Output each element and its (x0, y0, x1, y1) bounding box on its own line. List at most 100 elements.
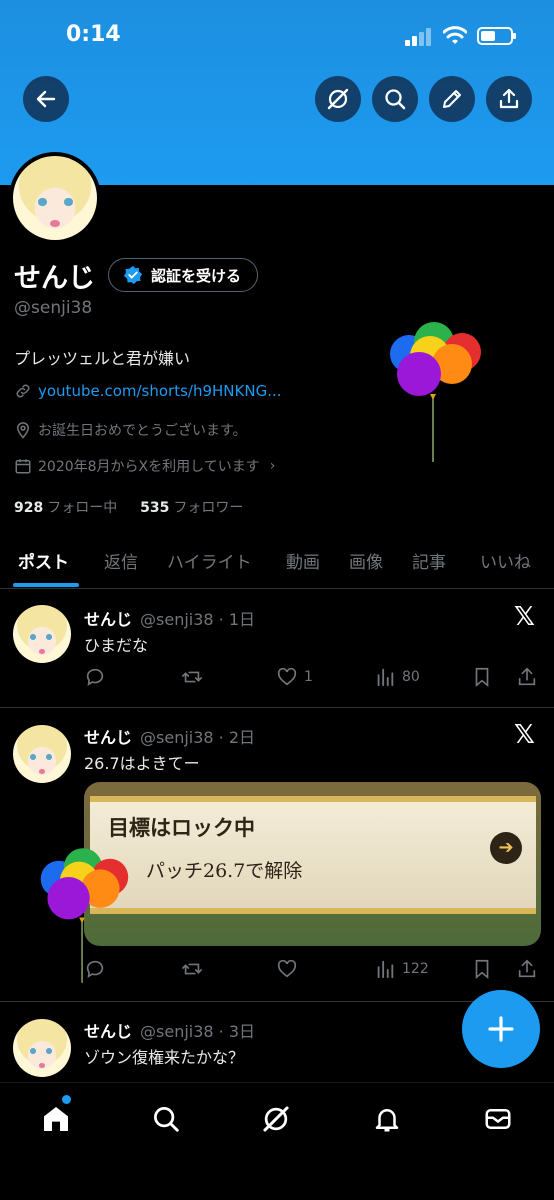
like-button[interactable] (276, 958, 298, 980)
repost-icon (182, 671, 202, 683)
profile-joined-text: 2020年8月からXを利用しています (38, 459, 260, 475)
like-icon (277, 667, 297, 686)
share-icon (518, 959, 536, 978)
reply-icon (86, 668, 104, 686)
repost-button[interactable] (180, 958, 204, 980)
x-logo-icon[interactable]: 𝕏 (514, 720, 535, 750)
search-icon (154, 1107, 179, 1132)
edit-icon (443, 90, 461, 108)
profile-name: せんじ (14, 263, 95, 294)
media-text-line1: 目標はロック中 (108, 815, 255, 840)
views-icon (377, 668, 394, 687)
post-author-name: せんじ (84, 1022, 133, 1041)
post-media-image[interactable]: 目標はロック中 パッチ26.7で解除 ➔ (84, 782, 541, 946)
bookmark-button[interactable] (471, 958, 493, 980)
nav-notifications[interactable] (369, 1101, 405, 1137)
profile-location: お誕生日おめでとうございます。 (14, 420, 247, 440)
share-post-button[interactable] (516, 958, 538, 980)
profile-link[interactable]: youtube.com/shorts/h9HNKNG... (14, 382, 282, 400)
media-text-line2: パッチ26.7で解除 (146, 860, 303, 882)
active-tab-indicator (13, 583, 79, 587)
views-button[interactable]: 80 (374, 666, 420, 688)
view-count: 122 (402, 961, 429, 977)
like-button[interactable]: 1 (276, 666, 313, 688)
profile-bio: プレッツェルと君が嫌い (14, 349, 191, 368)
profile-link-text[interactable]: youtube.com/shorts/h9HNKNG... (38, 382, 282, 400)
followers-label: フォロワー (173, 500, 244, 516)
tab-media[interactable]: 画像 (349, 548, 383, 573)
avatar[interactable] (13, 1019, 71, 1077)
status-time: 0:14 (66, 22, 121, 47)
tab-videos[interactable]: 動画 (286, 548, 320, 573)
wifi-icon (443, 26, 467, 44)
post-header: せんじ @senji38 · 1日 (84, 606, 255, 630)
search-button[interactable] (372, 76, 418, 122)
media-arrow-icon: ➔ (490, 832, 522, 864)
home-icon (44, 1107, 68, 1131)
balloon-icon (40, 848, 129, 983)
battery-icon (477, 27, 516, 45)
get-verified-button[interactable]: 認証を受ける (108, 258, 259, 292)
compose-post-button[interactable] (462, 990, 540, 1068)
profile-joined[interactable]: 2020年8月からXを利用しています › (14, 456, 275, 476)
bookmark-icon (475, 667, 489, 688)
search-icon (385, 89, 406, 110)
profile-avatar[interactable] (9, 152, 101, 244)
nav-messages[interactable] (480, 1101, 516, 1137)
avatar[interactable] (13, 725, 71, 783)
views-button[interactable]: 122 (374, 958, 429, 980)
tab-posts[interactable]: ポスト (18, 548, 69, 573)
x-logo-icon[interactable]: 𝕏 (514, 602, 535, 632)
calendar-icon (15, 459, 31, 474)
reply-button[interactable] (84, 666, 106, 688)
back-arrow-icon (36, 90, 56, 108)
plus-icon (488, 1016, 514, 1042)
post-handle-time: @senji38 · 2日 (140, 728, 256, 747)
post-text: 26.7はよきてー (84, 754, 200, 773)
post-author-name: せんじ (84, 728, 133, 747)
profile-handle: @senji38 (14, 298, 93, 318)
share-post-button[interactable] (516, 666, 538, 688)
tab-highlights[interactable]: ハイライト (167, 548, 252, 573)
link-icon (16, 384, 30, 398)
like-icon (277, 959, 297, 978)
edit-button[interactable] (429, 76, 475, 122)
post-actions: 122 (84, 958, 544, 982)
post-text: ひまだな (84, 636, 149, 655)
followers-count: 535 (140, 500, 170, 516)
repost-button[interactable] (180, 666, 204, 688)
post[interactable]: せんじ @senji38 · 1日 𝕏 ひまだな 1 80 (0, 590, 554, 708)
chevron-right-icon: › (269, 458, 276, 474)
tab-replies[interactable]: 返信 (104, 548, 138, 573)
share-button[interactable] (486, 76, 532, 122)
following-link[interactable]: 928 フォロー中 (14, 500, 117, 516)
share-icon (499, 88, 519, 109)
cellular-signal-icon (405, 28, 433, 46)
tab-likes[interactable]: いいね (480, 548, 531, 573)
profile-tabs: ポスト 返信 ハイライト 動画 画像 記事 いいね (0, 532, 554, 589)
verified-badge-icon (123, 265, 143, 285)
nav-grok[interactable] (258, 1101, 294, 1137)
followers-link[interactable]: 535 フォロワー (140, 500, 243, 516)
notification-dot (62, 1095, 71, 1104)
bookmark-icon (475, 959, 489, 980)
grok-button[interactable] (315, 76, 361, 122)
bell-icon (375, 1109, 399, 1132)
back-button[interactable] (23, 76, 69, 122)
share-icon (518, 667, 536, 686)
nav-search[interactable] (148, 1101, 184, 1137)
avatar[interactable] (13, 605, 71, 663)
location-pin-icon (16, 422, 30, 439)
get-verified-label: 認証を受ける (151, 266, 242, 285)
nav-home[interactable] (38, 1101, 74, 1137)
post-actions: 1 80 (84, 666, 544, 690)
tab-articles[interactable]: 記事 (412, 548, 446, 573)
follow-counts: 928 フォロー中 535 フォロワー (14, 497, 243, 517)
grok-icon (263, 1106, 289, 1132)
bookmark-button[interactable] (471, 666, 493, 688)
view-count: 80 (402, 669, 420, 685)
status-bar: 0:14 (0, 0, 554, 74)
bottom-navigation (0, 1082, 554, 1200)
post-author-name: せんじ (84, 610, 133, 629)
following-count: 928 (14, 500, 44, 516)
